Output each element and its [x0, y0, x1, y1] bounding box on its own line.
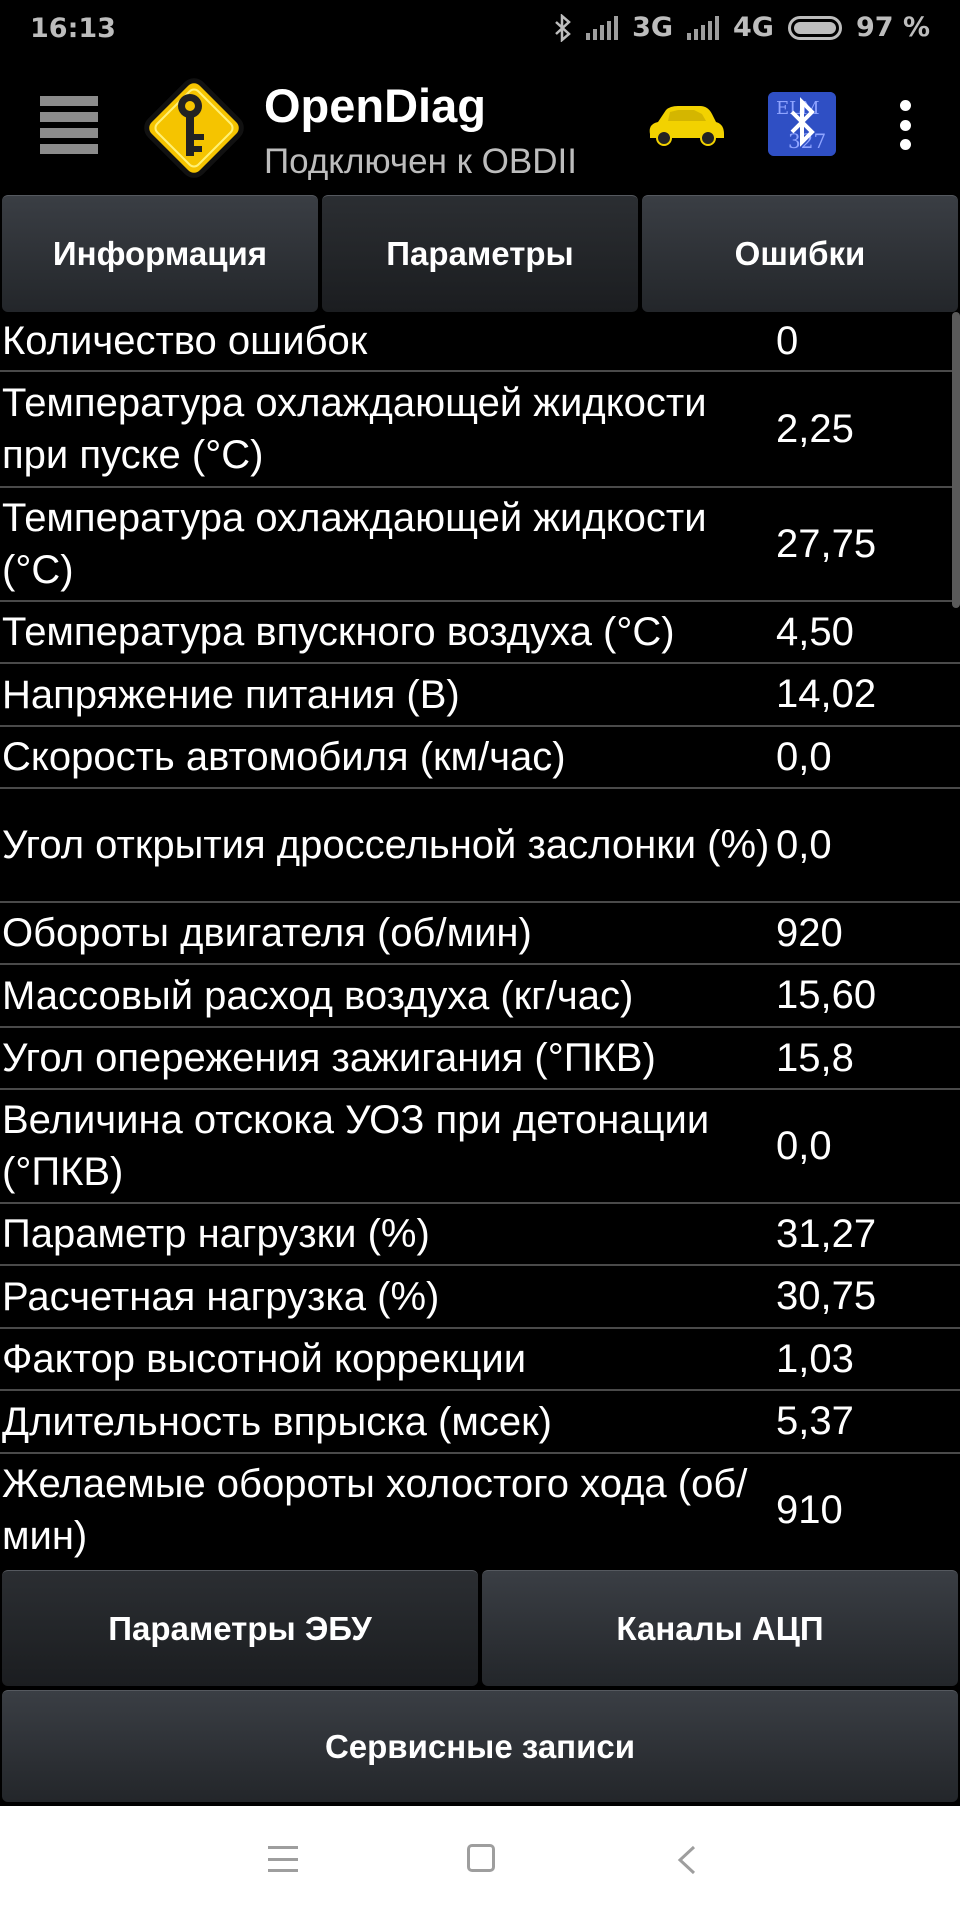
parameter-value: 0,0: [776, 822, 832, 867]
parameter-value: 31,27: [776, 1211, 877, 1256]
system-nav-bar: [0, 1806, 960, 1920]
recent-apps-icon[interactable]: [268, 1846, 298, 1872]
parameter-name: Угол опережения зажигания (°ПКВ): [2, 1036, 656, 1080]
home-icon[interactable]: [467, 1844, 495, 1872]
status-time: 16:13: [30, 13, 116, 44]
signal-icon: [586, 15, 619, 40]
table-row: Фактор высотной коррекции 1,03: [0, 1329, 960, 1391]
tab-information[interactable]: Информация: [2, 195, 318, 312]
app-title: OpenDiag: [264, 79, 486, 132]
parameter-value: 15,60: [776, 973, 877, 1017]
table-row: Желаемые обороты холостого хода (об/мин)…: [0, 1454, 960, 1562]
car-icon[interactable]: [644, 104, 726, 148]
parameter-value: 0,0: [776, 734, 832, 779]
table-row: Температура впускного воздуха (°C) 4,50: [0, 602, 960, 664]
table-row: Количество ошибок 0: [0, 312, 960, 372]
ecu-parameters-button[interactable]: Параметры ЭБУ: [2, 1570, 478, 1686]
battery-icon: [787, 15, 842, 40]
battery-percent: 97 %: [855, 12, 930, 43]
table-row: Массовый расход воздуха (кг/час) 15,60: [0, 965, 960, 1028]
status-bar: 16:13 3G 4G 97 %: [0, 0, 960, 60]
table-row: Температура охлаждающей жидкости (°C) 27…: [0, 488, 960, 602]
scrollbar[interactable]: [952, 312, 960, 608]
tab-bar: Информация Параметры Ошибки: [0, 195, 960, 312]
parameter-name: Длительность впрыска (мсек): [2, 1399, 552, 1444]
table-row: Обороты двигателя (об/мин) 920: [0, 903, 960, 965]
table-row: Скорость автомобиля (км/час) 0,0: [0, 727, 960, 789]
bluetooth-icon: [555, 13, 571, 42]
parameter-name: Количество ошибок: [2, 319, 368, 363]
connection-status: Подключен к OBDII: [264, 142, 577, 181]
parameter-name: Угол открытия дроссельной заслонки (%): [2, 823, 770, 867]
overflow-menu-icon[interactable]: [898, 100, 912, 150]
parameter-value: 5,37: [776, 1399, 854, 1443]
app-logo: [144, 78, 244, 178]
table-row: Расчетная нагрузка (%) 30,75: [0, 1266, 960, 1329]
table-row: Угол опережения зажигания (°ПКВ) 15,8: [0, 1028, 960, 1090]
parameter-value: 2,25: [776, 406, 854, 451]
back-icon[interactable]: [672, 1844, 704, 1876]
parameter-value: 920: [776, 910, 843, 955]
parameter-name: Температура охлаждающей жидкости (°C): [2, 496, 707, 592]
table-row: Угол открытия дроссельной заслонки (%) 0…: [0, 789, 960, 903]
parameter-name: Напряжение питания (В): [2, 672, 460, 717]
parameter-value: 1,03: [776, 1336, 854, 1381]
service-records-button[interactable]: Сервисные записи: [2, 1690, 958, 1802]
parameter-value: 30,75: [776, 1274, 877, 1318]
parameter-value: 15,8: [776, 1035, 854, 1080]
signal-icon: [687, 15, 720, 40]
parameter-value: 0: [776, 318, 799, 363]
table-row: Напряжение питания (В) 14,02: [0, 664, 960, 727]
parameter-name: Фактор высотной коррекции: [2, 1337, 527, 1381]
table-row: Температура охлаждающей жидкости при пус…: [0, 372, 960, 488]
parameter-value: 4,50: [776, 609, 854, 654]
network-type-3g: 3G: [632, 12, 674, 43]
tab-errors[interactable]: Ошибки: [642, 195, 958, 312]
status-icons: 3G 4G 97 %: [554, 12, 930, 43]
parameter-name: Желаемые обороты холостого хода (об/мин): [2, 1462, 748, 1558]
parameter-name: Массовый расход воздуха (кг/час): [2, 973, 634, 1018]
parameter-value: 0,0: [776, 1123, 832, 1168]
app-bar: OpenDiag Подключен к OBDII ELM 327: [0, 60, 960, 195]
parameter-name: Температура впускного воздуха (°C): [2, 610, 675, 654]
network-type-4g: 4G: [733, 12, 774, 43]
menu-icon[interactable]: [40, 96, 98, 154]
table-row: Величина отскока УОЗ при детонации (°ПКВ…: [0, 1090, 960, 1204]
parameter-name: Величина отскока УОЗ при детонации (°ПКВ…: [2, 1098, 710, 1194]
parameter-value: 910: [776, 1487, 843, 1532]
table-row: Параметр нагрузки (%) 31,27: [0, 1204, 960, 1266]
tab-parameters[interactable]: Параметры: [322, 195, 638, 312]
table-row: Длительность впрыска (мсек) 5,37: [0, 1391, 960, 1454]
parameters-table[interactable]: Количество ошибок 0 Температура охлаждаю…: [0, 312, 960, 1562]
parameter-name: Обороты двигателя (об/мин): [2, 911, 532, 955]
parameter-value: 14,02: [776, 672, 877, 716]
parameter-name: Скорость автомобиля (км/час): [2, 735, 566, 779]
bluetooth-elm-icon[interactable]: ELM 327: [768, 92, 836, 156]
parameter-name: Расчетная нагрузка (%): [2, 1274, 440, 1319]
parameter-name: Параметр нагрузки (%): [2, 1212, 430, 1256]
parameter-value: 27,75: [776, 521, 877, 566]
parameter-name: Температура охлаждающей жидкости при пус…: [2, 381, 707, 477]
adc-channels-button[interactable]: Каналы АЦП: [482, 1570, 958, 1686]
